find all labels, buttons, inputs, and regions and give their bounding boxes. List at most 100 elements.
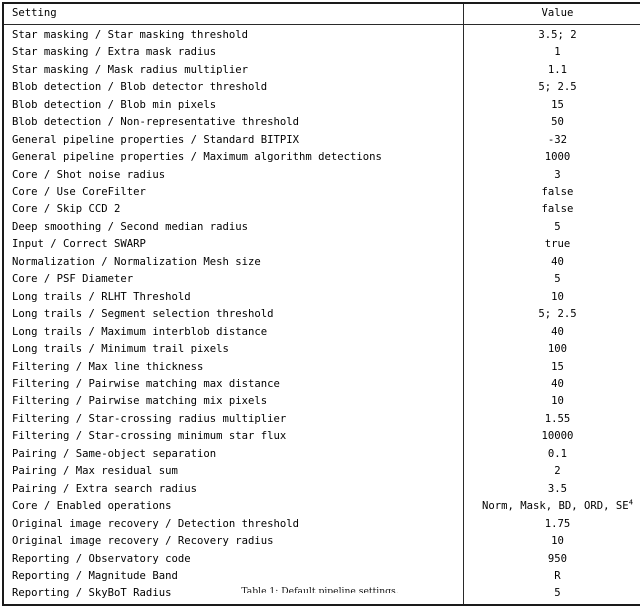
- table-row: Star masking / Mask radius multiplier1.1: [3, 62, 640, 79]
- setting-name-cell: Blob detection / Blob min pixels: [3, 97, 464, 114]
- table-row: Long trails / Maximum interblob distance…: [3, 324, 640, 341]
- table-caption: Table 1: Default pipeline settings.: [0, 586, 640, 593]
- table-row: Filtering / Pairwise matching mix pixels…: [3, 393, 640, 410]
- setting-value-cell: 3.5: [464, 481, 640, 498]
- table-row: Core / Skip CCD 2false: [3, 201, 640, 218]
- setting-value-cell: 100: [464, 341, 640, 358]
- setting-value-cell: 2: [464, 463, 640, 480]
- setting-value-cell: 1: [464, 44, 640, 61]
- table-row: Pairing / Same-object separation0.1: [3, 446, 640, 463]
- table-row: Blob detection / Blob detector threshold…: [3, 79, 640, 96]
- setting-value-cell: R: [464, 568, 640, 585]
- setting-name-cell: Filtering / Pairwise matching max distan…: [3, 376, 464, 393]
- setting-name-cell: Core / Shot noise radius: [3, 167, 464, 184]
- table-row: Pairing / Extra search radius3.5: [3, 481, 640, 498]
- setting-name-cell: Core / Use CoreFilter: [3, 184, 464, 201]
- setting-name-cell: Blob detection / Non-representative thre…: [3, 114, 464, 131]
- setting-value-text: Norm, Mask, BD, ORD, SE: [482, 500, 629, 512]
- setting-name-cell: Core / Skip CCD 2: [3, 201, 464, 218]
- table-row: Input / Correct SWARPtrue: [3, 236, 640, 253]
- table-header: Setting Value: [3, 3, 640, 25]
- setting-value-cell: false: [464, 184, 640, 201]
- setting-name-cell: Star masking / Mask radius multiplier: [3, 62, 464, 79]
- setting-name-cell: Blob detection / Blob detector threshold: [3, 79, 464, 96]
- setting-name-cell: Filtering / Star-crossing minimum star f…: [3, 428, 464, 445]
- table-row: Filtering / Pairwise matching max distan…: [3, 376, 640, 393]
- setting-name-cell: Core / Enabled operations: [3, 498, 464, 515]
- table-row: Filtering / Star-crossing minimum star f…: [3, 428, 640, 445]
- setting-name-cell: Reporting / Observatory code: [3, 551, 464, 568]
- table-row: General pipeline properties / Standard B…: [3, 132, 640, 149]
- setting-value-cell: Norm, Mask, BD, ORD, SE4: [464, 498, 640, 515]
- setting-name-cell: Long trails / Segment selection threshol…: [3, 306, 464, 323]
- setting-value-cell: 1.75: [464, 516, 640, 533]
- footnote-marker: 4: [629, 498, 633, 506]
- table-row: Long trails / RLHT Threshold10: [3, 289, 640, 306]
- setting-value-cell: 5; 2.5: [464, 306, 640, 323]
- setting-value-cell: 10: [464, 393, 640, 410]
- setting-name-cell: Pairing / Max residual sum: [3, 463, 464, 480]
- table-row: Original image recovery / Detection thre…: [3, 516, 640, 533]
- table-row: Deep smoothing / Second median radius5: [3, 219, 640, 236]
- setting-value-cell: 40: [464, 376, 640, 393]
- table-row: Star masking / Star masking threshold3.5…: [3, 25, 640, 44]
- setting-name-cell: Original image recovery / Recovery radiu…: [3, 533, 464, 550]
- table-row: Blob detection / Non-representative thre…: [3, 114, 640, 131]
- table-row: Original image recovery / Recovery radiu…: [3, 533, 640, 550]
- setting-value-cell: 15: [464, 359, 640, 376]
- setting-value-cell: -32: [464, 132, 640, 149]
- table-row: Normalization / Normalization Mesh size4…: [3, 254, 640, 271]
- setting-name-cell: Long trails / RLHT Threshold: [3, 289, 464, 306]
- table-row: Long trails / Minimum trail pixels100: [3, 341, 640, 358]
- column-header-value: Value: [464, 3, 640, 25]
- setting-value-cell: 0.1: [464, 446, 640, 463]
- setting-name-cell: Original image recovery / Detection thre…: [3, 516, 464, 533]
- table-row: Core / Use CoreFilterfalse: [3, 184, 640, 201]
- setting-name-cell: General pipeline properties / Standard B…: [3, 132, 464, 149]
- setting-value-cell: 3.5; 2: [464, 25, 640, 44]
- table-row: Star masking / Extra mask radius1: [3, 44, 640, 61]
- setting-value-cell: 5: [464, 271, 640, 288]
- setting-name-cell: General pipeline properties / Maximum al…: [3, 149, 464, 166]
- setting-name-cell: Star masking / Star masking threshold: [3, 25, 464, 44]
- setting-value-cell: 950: [464, 551, 640, 568]
- table-row: Blob detection / Blob min pixels15: [3, 97, 640, 114]
- setting-value-cell: false: [464, 201, 640, 218]
- setting-value-cell: 1.55: [464, 411, 640, 428]
- table-row: Reporting / Observatory code950: [3, 551, 640, 568]
- table-row: Long trails / Segment selection threshol…: [3, 306, 640, 323]
- setting-value-cell: 40: [464, 324, 640, 341]
- setting-name-cell: Pairing / Extra search radius: [3, 481, 464, 498]
- table-body: Star masking / Star masking threshold3.5…: [3, 25, 640, 605]
- table-row: Reporting / Magnitude BandR: [3, 568, 640, 585]
- setting-name-cell: Normalization / Normalization Mesh size: [3, 254, 464, 271]
- setting-name-cell: Filtering / Pairwise matching mix pixels: [3, 393, 464, 410]
- table-header-row: Setting Value: [3, 3, 640, 25]
- table-row: Core / Shot noise radius3: [3, 167, 640, 184]
- setting-name-cell: Long trails / Minimum trail pixels: [3, 341, 464, 358]
- setting-value-cell: 10: [464, 289, 640, 306]
- setting-name-cell: Deep smoothing / Second median radius: [3, 219, 464, 236]
- setting-value-cell: true: [464, 236, 640, 253]
- setting-value-cell: 10: [464, 533, 640, 550]
- setting-value-cell: 1000: [464, 149, 640, 166]
- setting-name-cell: Core / PSF Diameter: [3, 271, 464, 288]
- setting-value-cell: 10000: [464, 428, 640, 445]
- column-header-setting: Setting: [3, 3, 464, 25]
- table-row: Filtering / Max line thickness15: [3, 359, 640, 376]
- setting-value-cell: 5; 2.5: [464, 79, 640, 96]
- setting-name-cell: Filtering / Max line thickness: [3, 359, 464, 376]
- setting-value-cell: 50: [464, 114, 640, 131]
- setting-name-cell: Input / Correct SWARP: [3, 236, 464, 253]
- setting-name-cell: Reporting / Magnitude Band: [3, 568, 464, 585]
- table-row: Filtering / Star-crossing radius multipl…: [3, 411, 640, 428]
- table-row: General pipeline properties / Maximum al…: [3, 149, 640, 166]
- settings-table: Setting Value Star masking / Star maskin…: [2, 2, 640, 606]
- setting-name-cell: Star masking / Extra mask radius: [3, 44, 464, 61]
- setting-name-cell: Long trails / Maximum interblob distance: [3, 324, 464, 341]
- table-row: Core / PSF Diameter5: [3, 271, 640, 288]
- settings-table-container: Setting Value Star masking / Star maskin…: [2, 2, 637, 606]
- setting-value-cell: 1.1: [464, 62, 640, 79]
- table-row: Core / Enabled operationsNorm, Mask, BD,…: [3, 498, 640, 515]
- setting-value-cell: 5: [464, 219, 640, 236]
